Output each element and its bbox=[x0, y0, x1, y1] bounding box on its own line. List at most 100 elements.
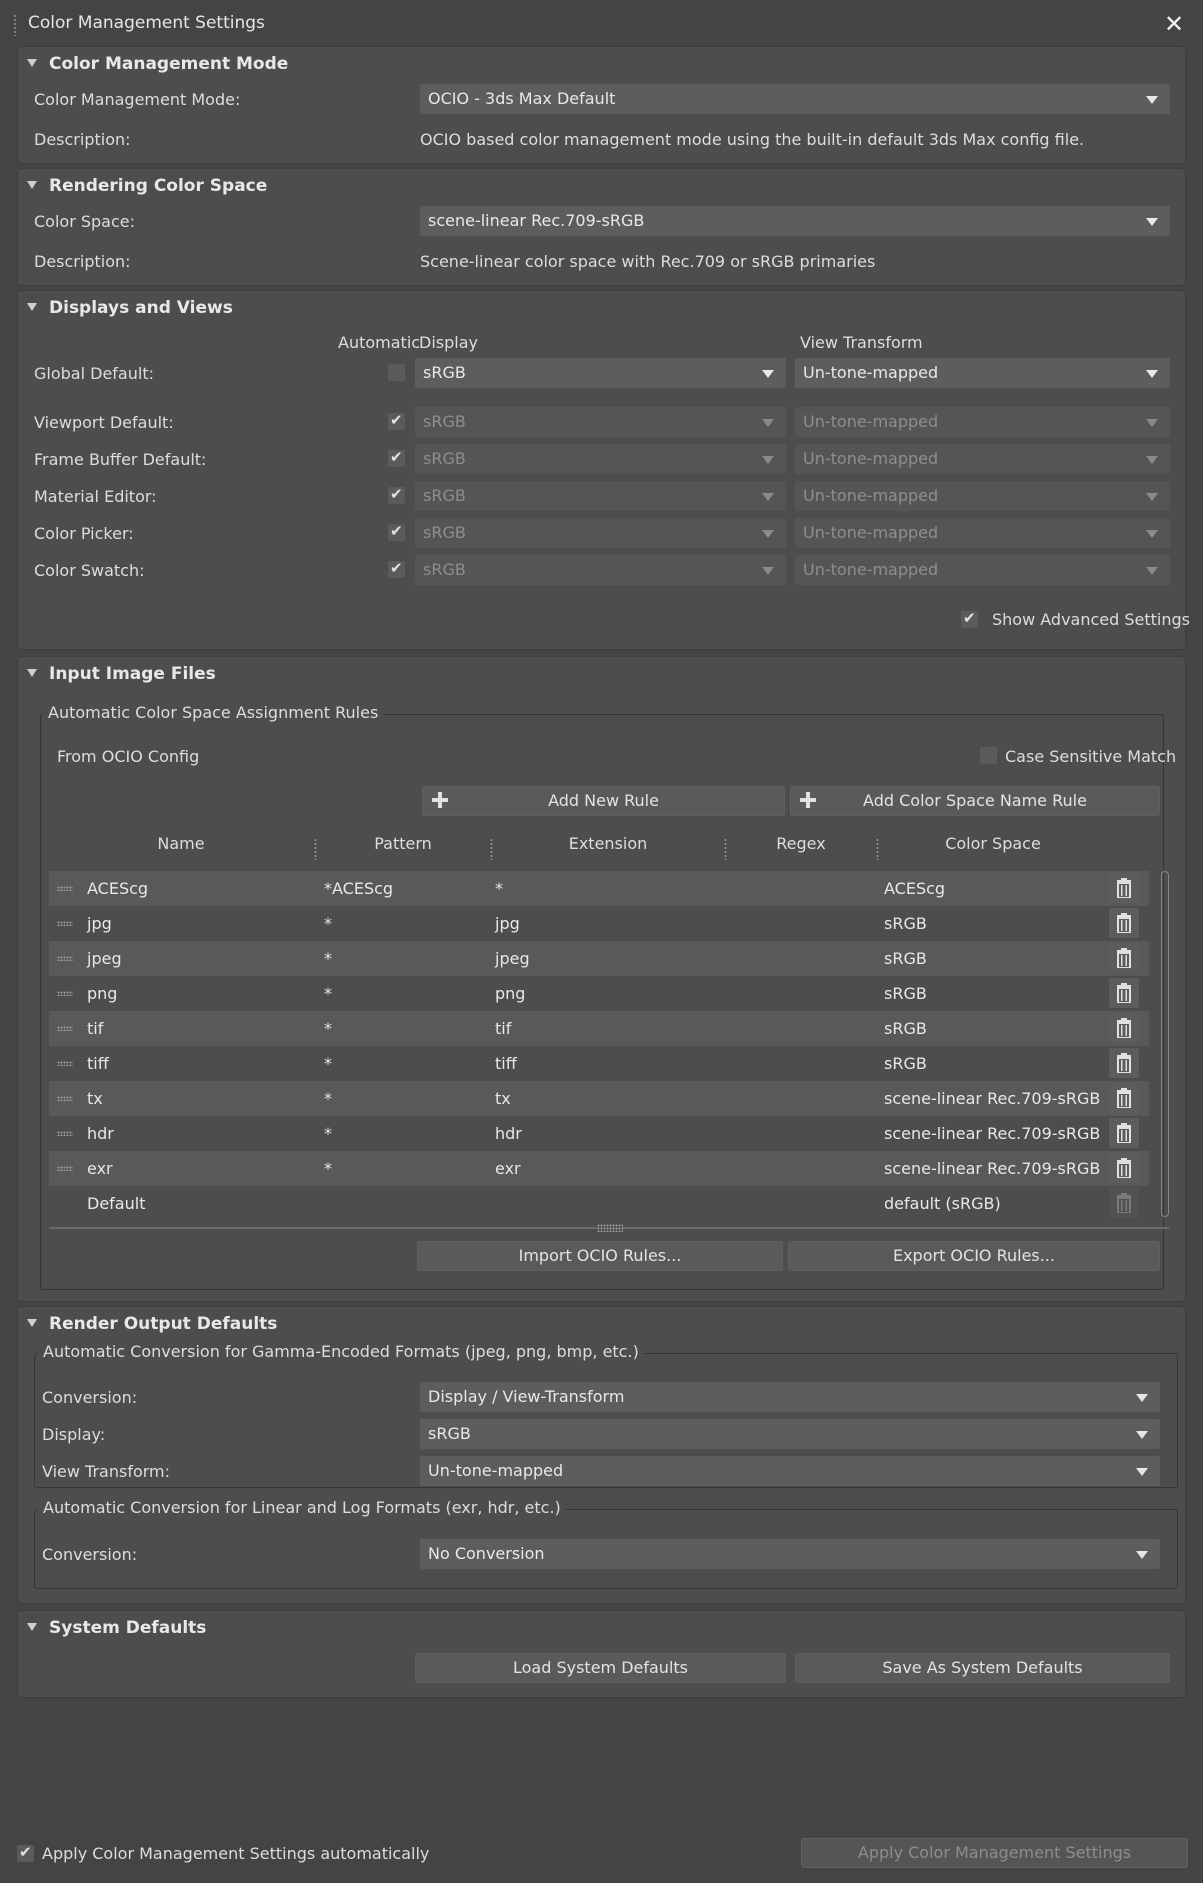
rule-color-space: sRGB bbox=[884, 984, 927, 1003]
gamma-view-transform-dropdown[interactable]: Un-tone-mapped bbox=[420, 1456, 1160, 1486]
drag-handle-icon[interactable] bbox=[57, 1166, 73, 1171]
col-header-regex[interactable]: Regex bbox=[727, 834, 875, 853]
add-new-rule-button[interactable]: Add New Rule bbox=[422, 786, 785, 816]
panel-header-color-management-mode[interactable]: Color Management Mode bbox=[27, 54, 288, 74]
table-row-default[interactable]: Default default (sRGB) bbox=[49, 1186, 1149, 1221]
delete-rule-button[interactable] bbox=[1109, 943, 1139, 973]
delete-rule-button[interactable] bbox=[1109, 1048, 1139, 1078]
case-sensitive-label[interactable]: Case Sensitive Match bbox=[1005, 747, 1176, 766]
show-advanced-label[interactable]: Show Advanced Settings bbox=[992, 610, 1190, 629]
panel-header-displays-and-views[interactable]: Displays and Views bbox=[27, 298, 233, 318]
delete-rule-button[interactable] bbox=[1109, 1153, 1139, 1183]
color-swatch-automatic-checkbox[interactable] bbox=[388, 559, 405, 578]
save-as-system-defaults-button[interactable]: Save As System Defaults bbox=[795, 1653, 1170, 1683]
table-row[interactable]: exr * exr scene-linear Rec.709-sRGB bbox=[49, 1151, 1149, 1186]
drag-grip-icon[interactable] bbox=[13, 14, 17, 36]
delete-rule-button[interactable] bbox=[1109, 1013, 1139, 1043]
color-picker-automatic-checkbox[interactable] bbox=[388, 522, 405, 541]
table-row[interactable]: hdr * hdr scene-linear Rec.709-sRGB bbox=[49, 1116, 1149, 1151]
collapse-triangle-icon[interactable] bbox=[27, 181, 37, 189]
rule-pattern: * bbox=[324, 1159, 332, 1178]
rule-name: tiff bbox=[87, 1054, 109, 1073]
material-editor-automatic-checkbox[interactable] bbox=[388, 485, 405, 504]
table-row[interactable]: jpeg * jpeg sRGB bbox=[49, 941, 1149, 976]
global-default-display-dropdown[interactable]: sRGB bbox=[415, 358, 786, 388]
auto-apply-checkbox[interactable] bbox=[17, 1843, 34, 1862]
view-value: Un-tone-mapped bbox=[803, 560, 939, 579]
color-picker-display-dropdown: sRGB bbox=[415, 518, 786, 548]
table-row[interactable]: tiff * tiff sRGB bbox=[49, 1046, 1149, 1081]
col-header-pattern[interactable]: Pattern bbox=[317, 834, 489, 853]
export-ocio-rules-button[interactable]: Export OCIO Rules... bbox=[788, 1241, 1160, 1271]
delete-rule-button[interactable] bbox=[1109, 873, 1139, 903]
drag-handle-icon[interactable] bbox=[57, 1096, 73, 1101]
dropdown-arrow-icon bbox=[762, 567, 774, 575]
import-ocio-rules-button[interactable]: Import OCIO Rules... bbox=[417, 1241, 783, 1271]
display-value: sRGB bbox=[423, 523, 466, 542]
linear-conversion-label: Conversion: bbox=[42, 1545, 138, 1564]
rule-extension: * bbox=[495, 879, 503, 898]
panel-header-rendering-color-space[interactable]: Rendering Color Space bbox=[27, 176, 267, 196]
delete-rule-button[interactable] bbox=[1109, 908, 1139, 938]
gamma-display-dropdown[interactable]: sRGB bbox=[420, 1419, 1160, 1449]
rule-name: jpeg bbox=[87, 949, 122, 968]
cm-desc-label: Description: bbox=[34, 130, 131, 149]
table-row[interactable]: tif * tif sRGB bbox=[49, 1011, 1149, 1046]
auto-apply-label[interactable]: Apply Color Management Settings automati… bbox=[42, 1844, 429, 1863]
rule-extension: jpeg bbox=[495, 949, 530, 968]
global-default-label: Global Default: bbox=[34, 364, 154, 383]
linear-conversion-dropdown[interactable]: No Conversion bbox=[420, 1539, 1160, 1569]
delete-rule-button[interactable] bbox=[1109, 978, 1139, 1008]
global-default-automatic-checkbox[interactable] bbox=[388, 364, 405, 381]
col-header-view-transform: View Transform bbox=[800, 333, 923, 352]
collapse-triangle-icon[interactable] bbox=[27, 303, 37, 311]
drag-handle-icon[interactable] bbox=[57, 956, 73, 961]
col-header-color-space[interactable]: Color Space bbox=[879, 834, 1107, 853]
title-bar[interactable]: Color Management Settings ✕ bbox=[0, 0, 1203, 46]
collapse-triangle-icon[interactable] bbox=[27, 1319, 37, 1327]
case-sensitive-checkbox[interactable] bbox=[980, 747, 997, 764]
collapse-triangle-icon[interactable] bbox=[27, 669, 37, 677]
panel-header-input-image-files[interactable]: Input Image Files bbox=[27, 664, 216, 684]
drag-handle-icon[interactable] bbox=[57, 1061, 73, 1066]
rule-extension: png bbox=[495, 984, 526, 1003]
table-row[interactable]: tx * tx scene-linear Rec.709-sRGB bbox=[49, 1081, 1149, 1116]
show-advanced-checkbox[interactable] bbox=[961, 609, 978, 628]
drag-handle-icon[interactable] bbox=[57, 1131, 73, 1136]
collapse-triangle-icon[interactable] bbox=[27, 59, 37, 67]
panel-displays-and-views: Displays and Views Automatic Display Vie… bbox=[17, 290, 1190, 650]
table-scrollbar[interactable] bbox=[1161, 871, 1169, 1217]
gamma-conversion-dropdown[interactable]: Display / View-Transform bbox=[420, 1382, 1160, 1412]
frame-buffer-default-automatic-checkbox[interactable] bbox=[388, 448, 405, 467]
drag-handle-icon[interactable] bbox=[57, 886, 73, 891]
drag-handle-icon[interactable] bbox=[57, 921, 73, 926]
panel-title: Rendering Color Space bbox=[49, 176, 268, 196]
table-row[interactable]: ACEScg *ACEScg * ACEScg bbox=[49, 871, 1149, 906]
collapse-triangle-icon[interactable] bbox=[27, 1623, 37, 1631]
panel-header-render-output-defaults[interactable]: Render Output Defaults bbox=[27, 1314, 277, 1334]
add-color-space-name-rule-button[interactable]: Add Color Space Name Rule bbox=[790, 786, 1160, 816]
display-value: sRGB bbox=[423, 449, 466, 468]
cm-mode-dropdown[interactable]: OCIO - 3ds Max Default bbox=[420, 84, 1170, 114]
load-system-defaults-button[interactable]: Load System Defaults bbox=[415, 1653, 786, 1683]
delete-rule-button[interactable] bbox=[1109, 1083, 1139, 1113]
rule-color-space: sRGB bbox=[884, 1019, 927, 1038]
col-header-name[interactable]: Name bbox=[49, 834, 313, 853]
drag-handle-icon[interactable] bbox=[57, 991, 73, 996]
panel-system-defaults: System Defaults Load System Defaults Sav… bbox=[17, 1610, 1186, 1698]
table-row[interactable]: jpg * jpg sRGB bbox=[49, 906, 1149, 941]
drag-handle-icon[interactable] bbox=[57, 1026, 73, 1031]
cm-mode-value: OCIO - 3ds Max Default bbox=[428, 89, 616, 108]
rule-color-space: ACEScg bbox=[884, 879, 946, 898]
splitter-grip-icon[interactable] bbox=[597, 1224, 623, 1232]
viewport-default-automatic-checkbox[interactable] bbox=[388, 411, 405, 430]
table-row[interactable]: png * png sRGB bbox=[49, 976, 1149, 1011]
delete-rule-button[interactable] bbox=[1109, 1118, 1139, 1148]
rendering-cs-dropdown[interactable]: scene-linear Rec.709-sRGB bbox=[420, 206, 1170, 236]
global-default-view-dropdown[interactable]: Un-tone-mapped bbox=[795, 358, 1170, 388]
panel-header-system-defaults[interactable]: System Defaults bbox=[27, 1618, 206, 1638]
col-header-extension[interactable]: Extension bbox=[493, 834, 723, 853]
close-icon[interactable]: ✕ bbox=[1164, 10, 1184, 38]
display-value: sRGB bbox=[423, 363, 466, 382]
dropdown-arrow-icon bbox=[1136, 1431, 1148, 1439]
